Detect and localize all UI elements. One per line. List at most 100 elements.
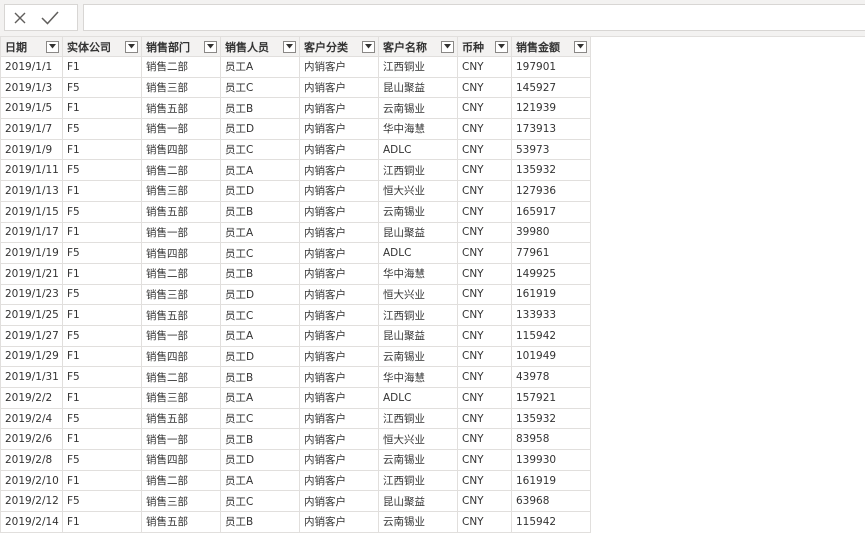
table-row[interactable]: 2019/2/2 F1 销售三部 员工A 内销客户 ADLC CNY 157921: [0, 387, 591, 409]
table-cell[interactable]: 127936: [511, 180, 591, 202]
filter-dropdown-button[interactable]: [283, 40, 296, 53]
table-cell[interactable]: CNY: [457, 407, 512, 430]
table-cell[interactable]: 101949: [511, 345, 591, 368]
table-cell[interactable]: 销售五部: [141, 97, 221, 120]
table-cell[interactable]: CNY: [457, 428, 512, 451]
table-cell[interactable]: 77961: [511, 242, 591, 264]
table-cell[interactable]: ADLC: [378, 387, 458, 409]
table-cell[interactable]: 员工C: [220, 407, 300, 430]
table-cell[interactable]: 161919: [511, 469, 591, 492]
table-cell[interactable]: 员工B: [220, 428, 300, 451]
table-cell[interactable]: 销售四部: [141, 138, 221, 161]
table-cell[interactable]: F5: [62, 449, 142, 471]
table-row[interactable]: 2019/1/31 F5 销售二部 员工B 内销客户 华中海慧 CNY 43978: [0, 366, 591, 388]
table-cell[interactable]: CNY: [457, 469, 512, 492]
table-cell[interactable]: 员工B: [220, 511, 300, 533]
filter-dropdown-button[interactable]: [495, 40, 508, 53]
table-cell[interactable]: 销售三部: [141, 387, 221, 409]
table-cell[interactable]: 销售二部: [141, 159, 221, 182]
table-cell[interactable]: 2019/1/31: [0, 366, 63, 388]
table-cell[interactable]: 恒大兴业: [378, 180, 458, 202]
table-cell[interactable]: 2019/1/29: [0, 345, 63, 368]
table-cell[interactable]: 销售四部: [141, 345, 221, 368]
table-row[interactable]: 2019/2/6 F1 销售一部 员工B 内销客户 恒大兴业 CNY 83958: [0, 428, 591, 451]
table-cell[interactable]: 内销客户: [299, 138, 379, 161]
table-cell[interactable]: 员工D: [220, 283, 300, 306]
table-cell[interactable]: 员工C: [220, 490, 300, 513]
table-cell[interactable]: ADLC: [378, 242, 458, 264]
table-cell[interactable]: CNY: [457, 200, 512, 223]
table-cell[interactable]: 121939: [511, 97, 591, 120]
table-cell[interactable]: 2019/1/1: [0, 56, 63, 78]
table-cell[interactable]: 内销客户: [299, 304, 379, 326]
table-cell[interactable]: 员工C: [220, 242, 300, 264]
table-cell[interactable]: 员工D: [220, 449, 300, 471]
table-cell[interactable]: 华中海慧: [378, 262, 458, 285]
table-cell[interactable]: 2019/2/6: [0, 428, 63, 451]
table-row[interactable]: 2019/1/7 F5 销售一部 员工D 内销客户 华中海慧 CNY 173913: [0, 118, 591, 140]
table-cell[interactable]: 员工A: [220, 387, 300, 409]
table-row[interactable]: 2019/1/25 F1 销售五部 员工C 内销客户 江西铜业 CNY 133933: [0, 304, 591, 326]
table-cell[interactable]: 133933: [511, 304, 591, 326]
table-cell[interactable]: 华中海慧: [378, 366, 458, 388]
table-cell[interactable]: CNY: [457, 97, 512, 120]
table-cell[interactable]: 销售一部: [141, 118, 221, 140]
table-row[interactable]: 2019/1/23 F5 销售三部 员工D 内销客户 恒大兴业 CNY 161919: [0, 283, 591, 306]
table-cell[interactable]: CNY: [457, 366, 512, 388]
table-row[interactable]: 2019/1/9 F1 销售四部 员工C 内销客户 ADLC CNY 53973: [0, 138, 591, 161]
table-cell[interactable]: 2019/1/3: [0, 76, 63, 99]
table-row[interactable]: 2019/1/11 F5 销售二部 员工A 内销客户 江西铜业 CNY 135932: [0, 159, 591, 182]
table-cell[interactable]: 39980: [511, 221, 591, 244]
table-cell[interactable]: 2019/2/4: [0, 407, 63, 430]
table-cell[interactable]: F1: [62, 428, 142, 451]
table-cell[interactable]: 江西铜业: [378, 407, 458, 430]
table-cell[interactable]: 43978: [511, 366, 591, 388]
table-cell[interactable]: 2019/2/12: [0, 490, 63, 513]
table-cell[interactable]: CNY: [457, 76, 512, 99]
table-cell[interactable]: 江西铜业: [378, 304, 458, 326]
table-cell[interactable]: F1: [62, 180, 142, 202]
table-cell[interactable]: 销售三部: [141, 283, 221, 306]
table-cell[interactable]: 销售四部: [141, 449, 221, 471]
table-cell[interactable]: CNY: [457, 138, 512, 161]
table-cell[interactable]: CNY: [457, 324, 512, 347]
table-cell[interactable]: 2019/1/21: [0, 262, 63, 285]
table-cell[interactable]: 165917: [511, 200, 591, 223]
table-cell[interactable]: 2019/1/13: [0, 180, 63, 202]
table-cell[interactable]: 2019/1/15: [0, 200, 63, 223]
table-cell[interactable]: 2019/1/5: [0, 97, 63, 120]
table-row[interactable]: 2019/1/13 F1 销售三部 员工D 内销客户 恒大兴业 CNY 127936: [0, 180, 591, 202]
table-cell[interactable]: 销售三部: [141, 490, 221, 513]
table-cell[interactable]: 内销客户: [299, 118, 379, 140]
table-cell[interactable]: 内销客户: [299, 76, 379, 99]
table-cell[interactable]: F1: [62, 262, 142, 285]
table-cell[interactable]: F5: [62, 76, 142, 99]
table-cell[interactable]: 云南锡业: [378, 511, 458, 533]
table-cell[interactable]: 135932: [511, 407, 591, 430]
table-cell[interactable]: 销售一部: [141, 428, 221, 451]
table-cell[interactable]: 内销客户: [299, 345, 379, 368]
column-header-entity-company[interactable]: 实体公司: [62, 36, 142, 57]
table-cell[interactable]: F5: [62, 366, 142, 388]
filter-dropdown-button[interactable]: [204, 40, 217, 53]
table-cell[interactable]: CNY: [457, 490, 512, 513]
table-cell[interactable]: CNY: [457, 511, 512, 533]
table-cell[interactable]: 内销客户: [299, 324, 379, 347]
table-cell[interactable]: 销售三部: [141, 76, 221, 99]
table-cell[interactable]: 员工A: [220, 221, 300, 244]
table-cell[interactable]: 员工D: [220, 345, 300, 368]
table-cell[interactable]: F1: [62, 221, 142, 244]
table-cell[interactable]: 内销客户: [299, 469, 379, 492]
table-cell[interactable]: 昆山聚益: [378, 76, 458, 99]
table-cell[interactable]: 内销客户: [299, 200, 379, 223]
table-cell[interactable]: 销售二部: [141, 469, 221, 492]
table-cell[interactable]: 销售五部: [141, 511, 221, 533]
table-cell[interactable]: 63968: [511, 490, 591, 513]
table-cell[interactable]: CNY: [457, 449, 512, 471]
table-cell[interactable]: 员工B: [220, 366, 300, 388]
table-cell[interactable]: 内销客户: [299, 159, 379, 182]
table-cell[interactable]: 员工A: [220, 159, 300, 182]
table-cell[interactable]: 内销客户: [299, 511, 379, 533]
table-row[interactable]: 2019/1/3 F5 销售三部 员工C 内销客户 昆山聚益 CNY 145927: [0, 76, 591, 99]
table-cell[interactable]: 云南锡业: [378, 200, 458, 223]
